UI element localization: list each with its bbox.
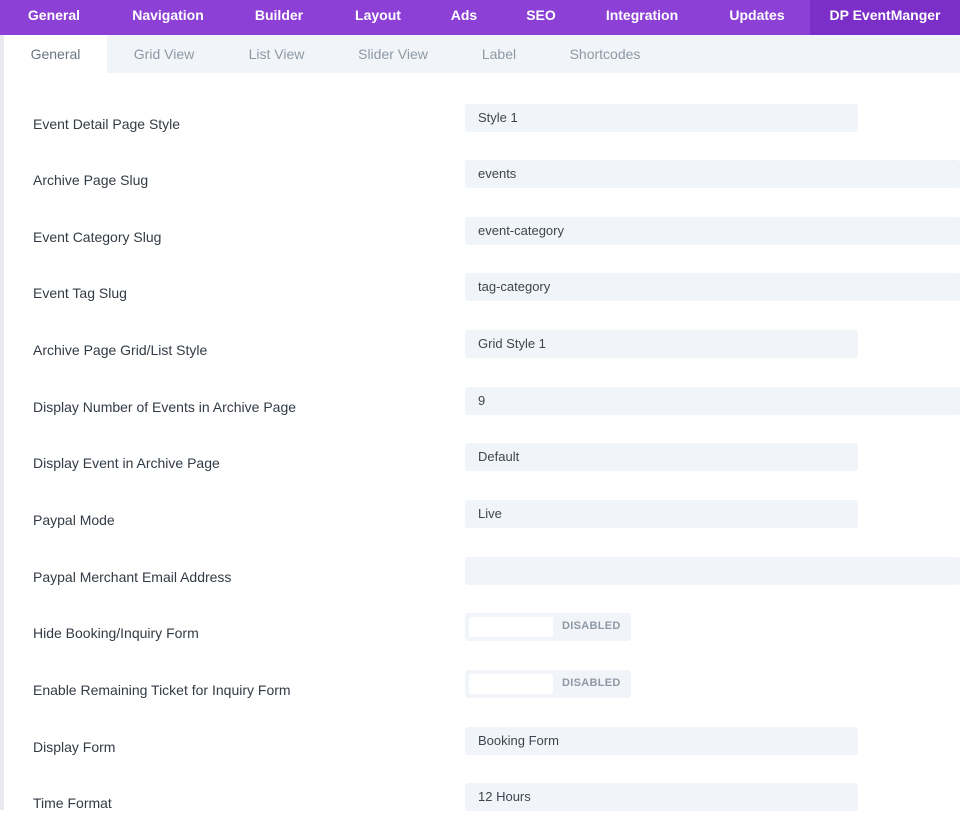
- setting-row-paypal-mode: Paypal Mode Live: [4, 500, 960, 540]
- setting-label: Display Event in Archive Page: [33, 455, 220, 471]
- setting-label: Event Category Slug: [33, 229, 162, 245]
- setting-row-archive-page-slug: Archive Page Slug events: [4, 160, 960, 200]
- top-tab-bar: General Navigation Builder Layout Ads SE…: [0, 0, 960, 35]
- setting-label: Archive Page Grid/List Style: [33, 342, 208, 358]
- setting-label: Archive Page Slug: [33, 172, 149, 188]
- setting-row-enable-remaining-ticket: Enable Remaining Ticket for Inquiry Form…: [4, 670, 960, 710]
- toggle-knob: [469, 674, 553, 694]
- setting-label: Hide Booking/Inquiry Form: [33, 625, 199, 641]
- event-detail-page-style-select[interactable]: Style 1: [465, 104, 858, 132]
- sub-tab-slider-view[interactable]: Slider View: [332, 35, 454, 73]
- setting-label: Event Tag Slug: [33, 285, 127, 301]
- top-tab-seo[interactable]: SEO: [502, 0, 580, 35]
- top-tab-ads[interactable]: Ads: [426, 0, 502, 35]
- archive-page-slug-input[interactable]: events: [465, 160, 960, 188]
- setting-label: Paypal Mode: [33, 512, 115, 528]
- sub-tab-label[interactable]: Label: [454, 35, 544, 73]
- top-tab-navigation[interactable]: Navigation: [108, 0, 228, 35]
- setting-label: Time Format: [33, 795, 112, 811]
- sub-tab-bar: General Grid View List View Slider View …: [4, 35, 960, 73]
- setting-row-time-format: Time Format 12 Hours: [4, 783, 960, 823]
- setting-row-event-category-slug: Event Category Slug event-category: [4, 217, 960, 257]
- sub-tab-grid-view[interactable]: Grid View: [107, 35, 221, 73]
- setting-row-display-event-in-archive: Display Event in Archive Page Default: [4, 443, 960, 483]
- paypal-merchant-email-input[interactable]: [465, 557, 960, 585]
- paypal-mode-select[interactable]: Live: [465, 500, 858, 528]
- event-category-slug-input[interactable]: event-category: [465, 217, 960, 245]
- toggle-state-label: DISABLED: [562, 620, 621, 632]
- top-tab-general[interactable]: General: [0, 0, 108, 35]
- top-tab-integration[interactable]: Integration: [580, 0, 704, 35]
- setting-label: Event Detail Page Style: [33, 116, 181, 132]
- top-tab-builder[interactable]: Builder: [228, 0, 330, 35]
- top-tab-updates[interactable]: Updates: [704, 0, 810, 35]
- toggle-state-label: DISABLED: [562, 677, 621, 689]
- setting-label: Display Number of Events in Archive Page: [33, 399, 297, 415]
- setting-row-number-of-events: Display Number of Events in Archive Page…: [4, 387, 960, 427]
- setting-label: Enable Remaining Ticket for Inquiry Form: [33, 682, 291, 698]
- sub-tab-shortcodes[interactable]: Shortcodes: [544, 35, 666, 73]
- setting-row-display-form: Display Form Booking Form: [4, 727, 960, 767]
- sub-tab-list-view[interactable]: List View: [221, 35, 332, 73]
- setting-row-event-tag-slug: Event Tag Slug tag-category: [4, 273, 960, 313]
- sub-tab-general[interactable]: General: [4, 35, 107, 73]
- time-format-select[interactable]: 12 Hours: [465, 783, 858, 811]
- number-of-events-input[interactable]: 9: [465, 387, 960, 415]
- event-tag-slug-input[interactable]: tag-category: [465, 273, 960, 301]
- setting-label: Display Form: [33, 739, 116, 755]
- setting-label: Paypal Merchant Email Address: [33, 569, 232, 585]
- setting-row-paypal-email: Paypal Merchant Email Address: [4, 557, 960, 597]
- setting-row-event-detail-page-style: Event Detail Page Style Style 1: [4, 104, 960, 144]
- archive-grid-list-style-select[interactable]: Grid Style 1: [465, 330, 858, 358]
- hide-booking-form-toggle[interactable]: DISABLED: [465, 613, 631, 641]
- display-event-in-archive-select[interactable]: Default: [465, 443, 858, 471]
- top-tab-dp-eventmanager[interactable]: DP EventManger: [810, 0, 960, 35]
- setting-row-hide-booking-form: Hide Booking/Inquiry Form DISABLED: [4, 613, 960, 653]
- setting-row-archive-grid-list-style: Archive Page Grid/List Style Grid Style …: [4, 330, 960, 370]
- enable-remaining-ticket-toggle[interactable]: DISABLED: [465, 670, 631, 698]
- toggle-knob: [469, 617, 553, 637]
- settings-panel: Event Detail Page Style Style 1 Archive …: [4, 73, 960, 811]
- top-tab-layout[interactable]: Layout: [330, 0, 426, 35]
- display-form-select[interactable]: Booking Form: [465, 727, 858, 755]
